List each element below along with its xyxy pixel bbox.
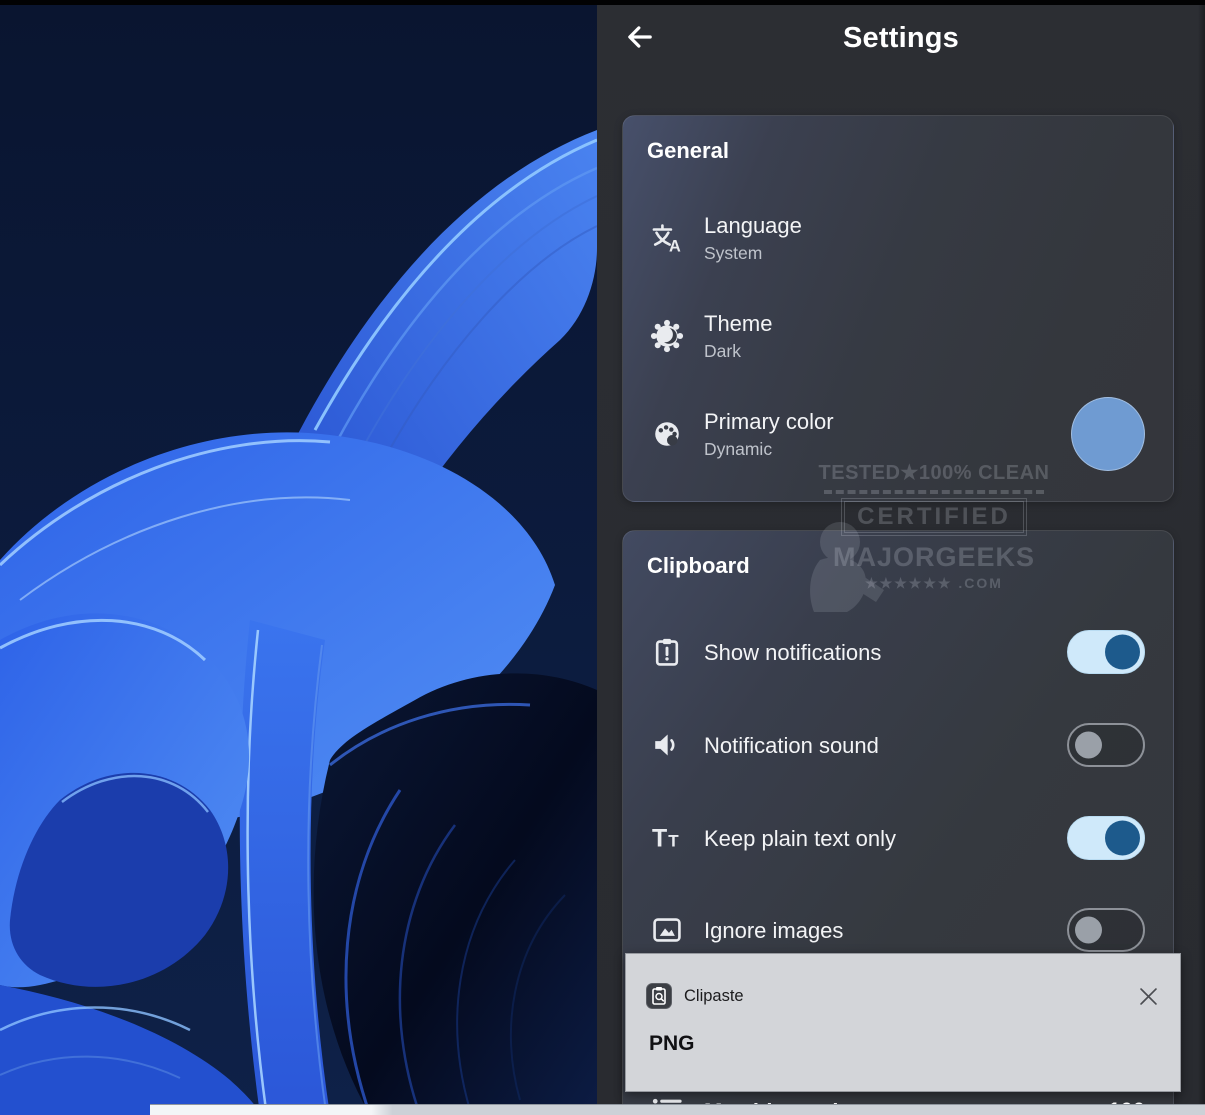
clipaste-app-icon [646,983,672,1009]
toast-close-button[interactable] [1136,984,1160,1008]
primary-color-setting[interactable]: Primary color Dynamic [649,394,1145,474]
language-label: Language [704,212,802,239]
svg-text:A: A [669,238,681,255]
primary-color-value: Dynamic [704,438,834,461]
desktop-wallpaper [0,0,597,1115]
keep-plain-text-label: Keep plain text only [704,825,896,852]
primary-color-label: Primary color [704,408,834,435]
image-icon [649,912,685,948]
theme-setting[interactable]: Theme Dark [649,296,1145,376]
speaker-icon [649,727,685,763]
toast-content: PNG [649,1032,695,1056]
theme-value: Dark [704,340,772,363]
ignore-images-setting[interactable]: Ignore images [649,902,1145,958]
toast-header: Clipaste [646,982,1160,1010]
section-title-clipboard: Clipboard [647,553,750,579]
keep-plain-text-setting[interactable]: T T Keep plain text only [649,810,1145,866]
language-setting[interactable]: A Language System [649,198,1145,278]
text-icon: T T [649,820,685,856]
svg-text:T: T [668,832,679,851]
section-title-general: General [647,138,729,164]
top-edge-bar [0,0,1205,5]
ignore-images-toggle[interactable] [1067,908,1145,952]
notification-sound-toggle[interactable] [1067,723,1145,767]
page-title: Settings [597,22,1205,55]
primary-color-swatch[interactable] [1071,397,1145,471]
translate-icon: A [649,220,685,256]
show-notifications-label: Show notifications [704,639,881,666]
toast-app-name: Clipaste [684,987,744,1006]
close-icon [1140,988,1157,1005]
palette-icon [649,416,685,452]
clipboard-alert-icon [649,634,685,670]
background-window-edge [150,1104,1205,1115]
show-notifications-toggle[interactable] [1067,630,1145,674]
show-notifications-setting[interactable]: Show notifications [649,624,1145,680]
general-section: General A Language System [622,115,1174,502]
notification-sound-setting[interactable]: Notification sound [649,717,1145,773]
language-value: System [704,242,802,265]
clipaste-notification[interactable]: Clipaste PNG [625,953,1181,1092]
notification-sound-label: Notification sound [704,732,879,759]
theme-label: Theme [704,310,772,337]
ignore-images-label: Ignore images [704,917,843,944]
theme-icon [649,318,685,354]
svg-text:T: T [652,826,667,853]
settings-panel: Settings General A Language System [597,0,1205,1115]
screen: Settings General A Language System [0,0,1205,1115]
keep-plain-text-toggle[interactable] [1067,816,1145,860]
